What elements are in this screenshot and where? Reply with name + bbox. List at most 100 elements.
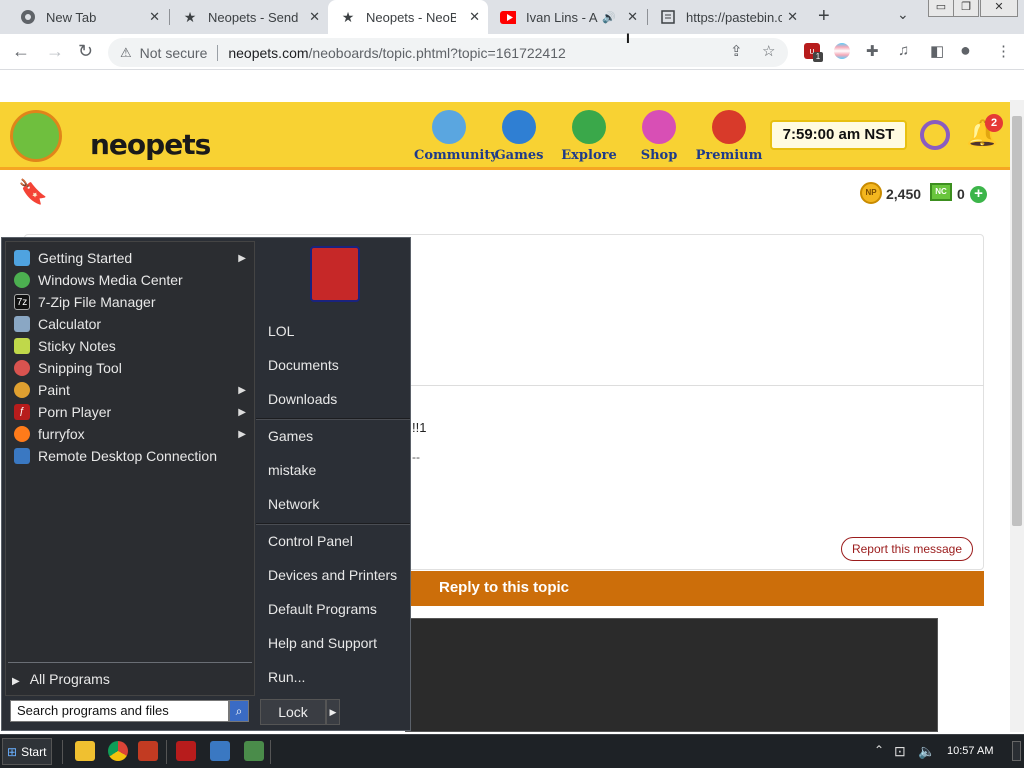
right-item-control-panel[interactable]: Control Panel — [268, 533, 353, 549]
right-item-default-programs[interactable]: Default Programs — [268, 601, 377, 617]
close-icon[interactable]: ✕ — [469, 9, 480, 25]
search-icon[interactable]: ⌕ — [229, 700, 249, 722]
program-furryfox[interactable]: furryfox ▶ — [10, 423, 254, 445]
snipping-tool-icon — [14, 360, 30, 376]
tab-title: https://pastebin.c — [686, 9, 782, 25]
tab-neopets-send[interactable]: ★ Neopets - Send a ✕ — [170, 0, 328, 34]
right-item-mistake[interactable]: mistake — [268, 462, 316, 478]
nav-explore[interactable]: Explore — [554, 110, 624, 163]
all-programs-button[interactable]: ▶ All Programs — [12, 671, 110, 687]
program-media-center[interactable]: Windows Media Center — [10, 269, 254, 291]
file-explorer-icon[interactable] — [75, 741, 95, 761]
tab-new-tab[interactable]: New Tab ✕ — [8, 0, 168, 34]
7zip-icon: 7z — [14, 294, 30, 310]
program-snipping-tool[interactable]: Snipping Tool — [10, 357, 254, 379]
program-sticky-notes[interactable]: Sticky Notes — [10, 335, 254, 357]
reload-icon[interactable]: ↻ — [78, 41, 93, 62]
extension-badge: 1 — [813, 52, 823, 62]
nst-clock: 7:59:00 am NST — [770, 120, 907, 150]
nav-shop[interactable]: Shop — [624, 110, 694, 163]
chrome-icon[interactable] — [108, 741, 128, 761]
close-window-button[interactable]: ✕ — [980, 0, 1018, 17]
bookmark-icon[interactable]: 🔖 — [18, 178, 48, 207]
minimize-button[interactable]: ▭ — [928, 0, 954, 17]
right-item-devices-printers[interactable]: Devices and Printers — [268, 567, 397, 583]
ublock-extension-icon[interactable]: u1 — [804, 43, 823, 62]
speaker-icon[interactable]: 🔊 — [602, 11, 616, 24]
page-scrollbar[interactable] — [1010, 100, 1024, 732]
program-calculator[interactable]: Calculator — [10, 313, 254, 335]
tab-pastebin[interactable]: https://pastebin.c ✕ — [648, 0, 806, 34]
new-tab-button[interactable]: + — [818, 5, 830, 28]
warning-icon[interactable]: ⚠ — [120, 45, 132, 61]
neopoints-balance[interactable]: 2,450 — [886, 186, 921, 202]
neocash-balance[interactable]: 0 — [957, 186, 965, 202]
show-hidden-icons-icon[interactable]: ⌃ — [874, 743, 884, 757]
terminal-icon[interactable] — [244, 741, 264, 761]
right-item-run[interactable]: Run... — [268, 669, 305, 685]
bookmark-star-icon[interactable]: ☆ — [762, 42, 775, 60]
back-icon[interactable]: ← — [12, 41, 30, 62]
right-item-downloads[interactable]: Downloads — [268, 391, 337, 407]
restore-button[interactable]: ❐ — [953, 0, 979, 17]
neopets-logo[interactable]: neopets — [10, 108, 211, 164]
add-neocash-button[interactable]: + — [970, 186, 987, 203]
arrow-right-icon: ▶ — [12, 676, 20, 687]
nav-games[interactable]: Games — [484, 110, 554, 163]
program-7zip[interactable]: 7z 7-Zip File Manager — [10, 291, 254, 313]
search-icon[interactable] — [920, 120, 950, 150]
program-porn-player[interactable]: ƒ Porn Player ▶ — [10, 401, 254, 423]
start-button[interactable]: ⊞ Start — [2, 738, 52, 765]
start-menu: Getting Started ▶ Windows Media Center 7z… — [1, 237, 411, 731]
share-icon[interactable]: ⇪ — [730, 42, 743, 60]
volume-icon[interactable]: 🔈 — [918, 743, 935, 760]
extensions-puzzle-icon[interactable]: ✚ — [866, 42, 879, 60]
user-avatar[interactable] — [310, 246, 360, 302]
divider — [8, 662, 252, 663]
side-panel-icon[interactable]: ◧ — [930, 42, 944, 60]
program-label: Snipping Tool — [38, 360, 122, 376]
close-icon[interactable]: ✕ — [787, 9, 798, 25]
profile-avatar-icon[interactable]: ● — [960, 40, 971, 61]
remote-desktop-icon — [14, 448, 30, 464]
report-message-button[interactable]: Report this message — [841, 537, 973, 561]
kebab-menu-icon[interactable]: ⋮ — [996, 42, 1011, 60]
tab-youtube[interactable]: Ivan Lins - Ar 🔊 ✕ — [488, 0, 646, 34]
close-icon[interactable]: ✕ — [309, 9, 320, 25]
network-icon[interactable]: ⊡ — [894, 743, 906, 760]
right-item-network[interactable]: Network — [268, 496, 319, 512]
media-control-icon[interactable]: ♫ — [898, 42, 909, 59]
right-item-documents[interactable]: Documents — [268, 357, 339, 373]
program-paint[interactable]: Paint ▶ — [10, 379, 254, 401]
reply-textarea[interactable] — [405, 618, 938, 732]
security-label[interactable]: Not secure — [140, 45, 208, 61]
address-bar[interactable]: ⚠ Not secure neopets.com/neoboards/topic… — [108, 38, 788, 67]
lock-button[interactable]: Lock — [260, 699, 326, 725]
divider — [256, 418, 410, 420]
scrollbar-thumb[interactable] — [1012, 116, 1022, 526]
start-search-input[interactable]: Search programs and files — [10, 700, 229, 722]
taskbar-clock[interactable]: 10:57 AM — [947, 745, 993, 757]
program-remote-desktop[interactable]: Remote Desktop Connection — [10, 445, 254, 467]
tab-search-icon[interactable]: ⌄ — [897, 6, 909, 23]
url-text[interactable]: neopets.com/neoboards/topic.phtml?topic=… — [228, 45, 565, 61]
forward-icon[interactable]: → — [46, 41, 64, 62]
remote-desktop-icon[interactable] — [210, 741, 230, 761]
right-item-games[interactable]: Games — [268, 428, 313, 444]
right-item-lol[interactable]: LOL — [268, 323, 294, 339]
nav-community[interactable]: Community — [414, 110, 498, 163]
app-icon[interactable] — [138, 741, 158, 761]
chevron-right-icon[interactable]: ▶ — [326, 699, 340, 725]
flag-extension-icon[interactable] — [834, 43, 850, 59]
tab-neopets-neoboards[interactable]: ★ Neopets - NeoBo ✕ — [328, 0, 488, 34]
close-icon[interactable]: ✕ — [149, 9, 160, 25]
close-icon[interactable]: ✕ — [627, 9, 638, 25]
url-domain: neopets.com — [228, 44, 309, 61]
program-getting-started[interactable]: Getting Started ▶ — [10, 247, 254, 269]
premium-star-icon — [712, 110, 746, 144]
game-app-icon[interactable] — [176, 741, 196, 761]
nav-premium[interactable]: Premium — [694, 110, 764, 163]
program-label: Remote Desktop Connection — [38, 448, 217, 464]
show-desktop-button[interactable] — [1012, 741, 1021, 761]
right-item-help-support[interactable]: Help and Support — [268, 635, 377, 651]
